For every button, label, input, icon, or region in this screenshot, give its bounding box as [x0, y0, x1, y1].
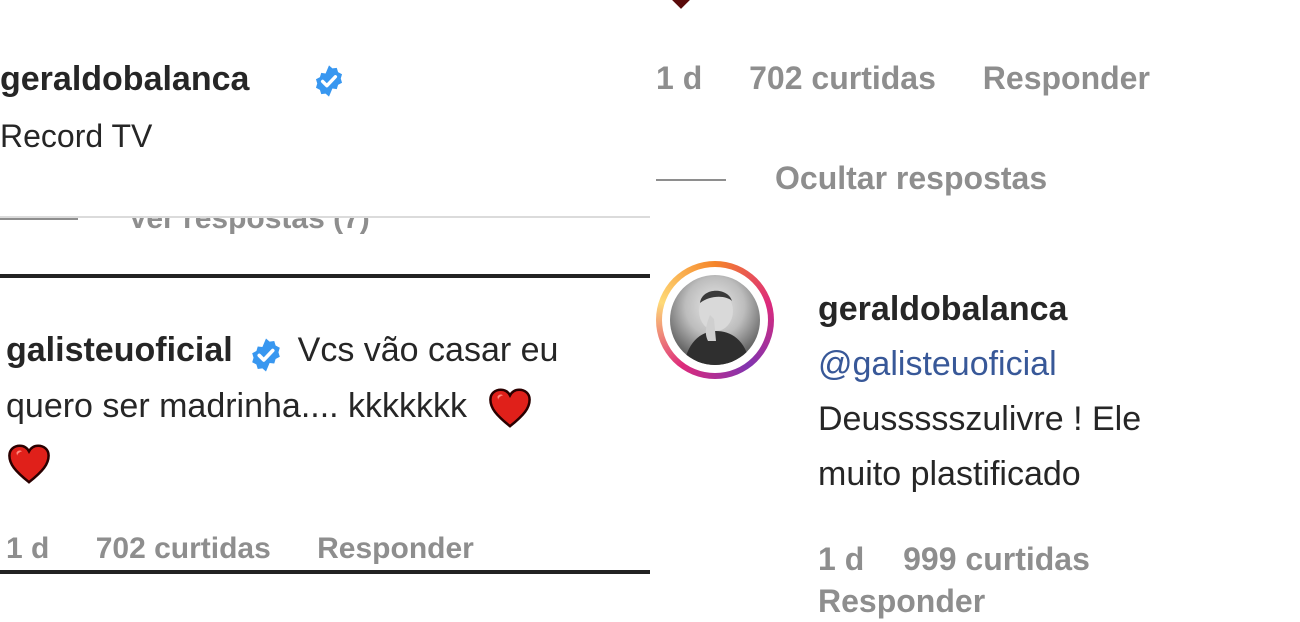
view-replies-link[interactable]: Ver respostas (7): [128, 218, 370, 236]
separator: [0, 570, 650, 574]
reply-text-2: muito plastificado: [818, 455, 1081, 493]
reply-meta: 1 d 999 curtidas Responder: [818, 538, 1158, 622]
parent-comment-likes[interactable]: 702 curtidas: [749, 60, 936, 96]
comment-text-2: quero ser madrinha.... kkkkkkk: [6, 387, 468, 425]
avatar-photo: [670, 275, 760, 365]
comment-username[interactable]: galisteuoficial: [6, 331, 233, 369]
verified-badge-icon: [248, 334, 284, 372]
comment-time: 1 d: [6, 532, 50, 565]
reply-username[interactable]: geraldobalanca: [818, 282, 1141, 337]
heart-emoji-icon: [6, 443, 52, 485]
verified-badge-icon: [312, 64, 346, 98]
comment-body: galisteuoficial Vcs vão casar eu quero s…: [6, 322, 656, 490]
reply-likes[interactable]: 999 curtidas: [903, 541, 1090, 577]
hide-replies-link[interactable]: Ocultar respostas: [775, 160, 1047, 197]
separator: [0, 274, 650, 278]
top-comment-username[interactable]: geraldobalanca: [0, 60, 249, 99]
parent-comment-meta: 1 d 702 curtidas Responder: [656, 60, 1188, 97]
reply-text-1: Deussssszulivre ! Ele: [818, 400, 1142, 438]
comment-line-3: [6, 434, 656, 490]
heart-emoji-icon: [487, 387, 533, 429]
comment-text-1: Vcs vão casar eu: [297, 331, 559, 369]
comment-likes[interactable]: 702 curtidas: [96, 532, 271, 565]
comment-line-1: galisteuoficial Vcs vão casar eu: [6, 322, 656, 378]
reply-time: 1 d: [818, 541, 865, 577]
parent-comment-time: 1 d: [656, 60, 703, 96]
top-cut-mark: [671, 0, 691, 9]
comment-reply-button[interactable]: Responder: [317, 532, 474, 565]
avatar[interactable]: [656, 261, 774, 379]
reply-reply-button[interactable]: Responder: [818, 580, 1158, 622]
replies-line: [656, 179, 726, 181]
comment-line-2: quero ser madrinha.... kkkkkkk: [6, 378, 656, 434]
reply-mention[interactable]: @galisteuoficial: [818, 337, 1141, 392]
reply-comment: geraldobalanca @galisteuoficial Deusssss…: [818, 282, 1141, 502]
top-comment-subtitle: Record TV: [0, 118, 153, 154]
view-replies-row[interactable]: Ver respostas (7): [0, 218, 650, 240]
parent-comment-reply-button[interactable]: Responder: [983, 60, 1150, 96]
comment-meta: 1 d 702 curtidas Responder: [6, 532, 512, 566]
replies-line: [0, 218, 78, 220]
